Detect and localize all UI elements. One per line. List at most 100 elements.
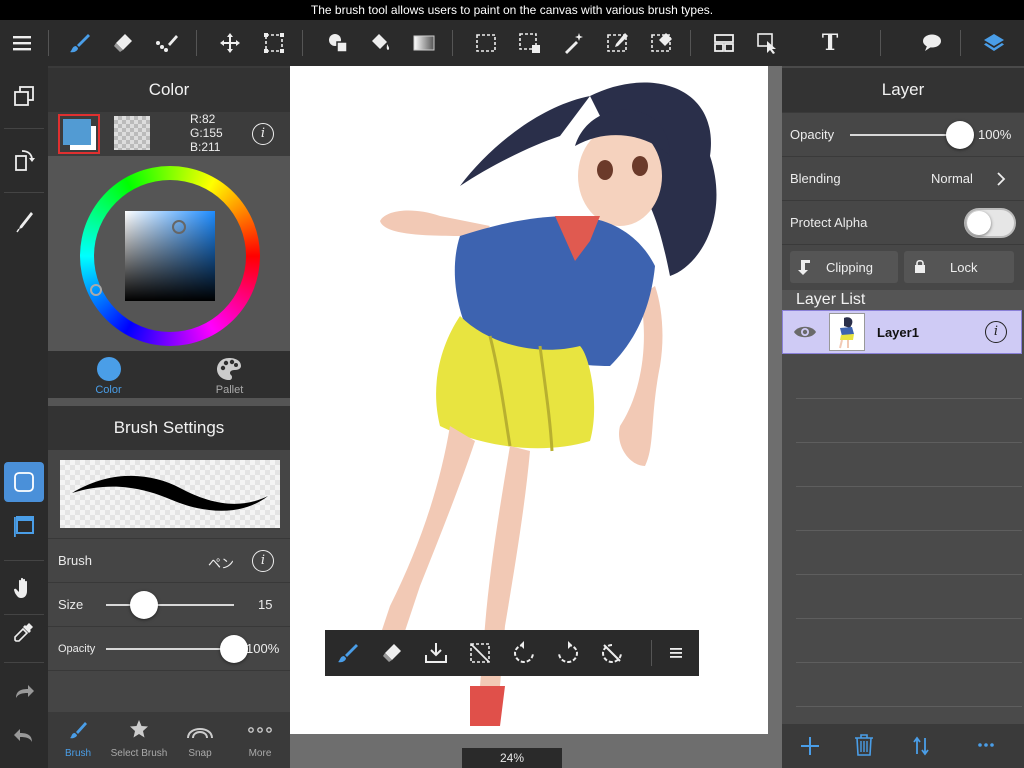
gradient-icon[interactable]: [408, 27, 440, 59]
rect-select-icon[interactable]: [470, 27, 502, 59]
rotate-reset-icon[interactable]: [597, 638, 627, 668]
palette-icon: [217, 358, 241, 380]
panel-layout-icon[interactable]: [708, 27, 740, 59]
color-info-icon[interactable]: i: [252, 123, 274, 145]
menu-icon[interactable]: [661, 638, 691, 668]
rgb-blue: B:211: [190, 140, 221, 154]
brush-settings-panel: Brush Settings Brush ペン i Size 15 Opacit…: [48, 406, 290, 768]
speech-bubble-icon[interactable]: [916, 27, 948, 59]
brush-type-label: Brush: [58, 553, 92, 568]
layer-actions-bar: [782, 724, 1024, 768]
eraser-icon[interactable]: [377, 638, 407, 668]
stroke-color-icon[interactable]: [6, 508, 42, 544]
shape-icon[interactable]: [322, 27, 354, 59]
color-panel-header: Color: [48, 68, 290, 112]
hue-picker-handle[interactable]: [90, 284, 102, 296]
redo-arrow-icon[interactable]: [6, 674, 42, 710]
tab-select-brush-label: Select Brush: [110, 748, 168, 759]
redo-icon[interactable]: [553, 638, 583, 668]
rgb-red: R:82: [190, 112, 216, 126]
toolbar-divider: [452, 30, 453, 56]
toolbar-divider: [960, 30, 961, 56]
brush-size-value: 15: [258, 597, 273, 612]
tab-more-label: More: [248, 748, 272, 759]
eraser-icon[interactable]: [107, 27, 139, 59]
menu-icon[interactable]: [6, 27, 38, 59]
saturation-value-square[interactable]: [125, 211, 215, 301]
layers-icon[interactable]: [978, 27, 1010, 59]
sidebar-divider: [4, 128, 44, 129]
layer-row-layer1[interactable]: Layer1 i: [782, 310, 1022, 354]
select-cursor-icon[interactable]: [752, 27, 784, 59]
list-divider: [796, 574, 1022, 575]
brush-size-slider[interactable]: [106, 604, 234, 606]
list-divider: [796, 530, 1022, 531]
rotate-canvas-icon[interactable]: [6, 142, 42, 178]
trash-icon[interactable]: [854, 734, 874, 756]
brush-opacity-slider-knob[interactable]: [220, 635, 248, 663]
transparent-swatch[interactable]: [114, 116, 150, 150]
brush-size-slider-knob[interactable]: [130, 591, 159, 619]
move-icon[interactable]: [214, 27, 246, 59]
layer-opacity-slider-knob[interactable]: [946, 121, 974, 149]
protect-alpha-toggle[interactable]: [964, 208, 1016, 238]
brush-opacity-slider[interactable]: [106, 648, 234, 650]
magic-wand-icon[interactable]: [558, 27, 590, 59]
tab-select-brush[interactable]: Select Brush: [108, 712, 170, 768]
hand-icon[interactable]: [6, 570, 42, 606]
select-draw-icon[interactable]: [602, 27, 634, 59]
blending-value: Normal: [931, 171, 973, 186]
brush-info-icon[interactable]: i: [252, 550, 274, 572]
layer-opacity-slider[interactable]: [850, 134, 960, 136]
brush-bottom-tabs: Brush Select Brush Snap More: [48, 712, 290, 768]
layer-info-icon[interactable]: i: [985, 321, 1007, 343]
sv-picker-handle[interactable]: [172, 220, 186, 234]
select-erase-icon[interactable]: [646, 27, 678, 59]
layer-list-title: Layer List: [796, 291, 866, 308]
caption-bar: The brush tool allows users to paint on …: [0, 0, 1024, 20]
brush-opacity-row: Opacity 100%: [48, 626, 290, 670]
layer-panel-title: Layer: [881, 80, 925, 99]
brush-type-row[interactable]: Brush ペン i: [48, 538, 290, 582]
color-panel: Color R:82 G:155 B:211 i Color Pallet: [48, 68, 290, 416]
clipping-button[interactable]: Clipping: [790, 251, 898, 283]
tab-pallet-label: Pallet: [215, 384, 244, 396]
text-icon[interactable]: T: [814, 27, 846, 59]
main-color-swatch[interactable]: [58, 114, 100, 154]
blending-row[interactable]: Blending Normal: [782, 156, 1024, 200]
tab-color[interactable]: Color: [48, 351, 169, 398]
tab-pallet[interactable]: Pallet: [169, 351, 290, 398]
pen-icon[interactable]: [6, 204, 42, 240]
more-options-icon[interactable]: [978, 742, 994, 748]
layer-opacity-value: 100%: [978, 127, 1012, 142]
fill-bucket-icon[interactable]: [364, 27, 396, 59]
lock-button[interactable]: Lock: [904, 251, 1014, 283]
tab-brush[interactable]: Brush: [48, 712, 108, 768]
sidebar-divider: [4, 662, 44, 663]
toolbar-divider: [302, 30, 303, 56]
color-swatch-row: R:82 G:155 B:211 i: [48, 112, 290, 156]
select-pen-icon[interactable]: [514, 27, 546, 59]
tab-more[interactable]: More: [230, 712, 290, 768]
transform-icon[interactable]: [258, 27, 290, 59]
duplicate-icon[interactable]: [6, 78, 42, 114]
move-layer-icon[interactable]: [912, 736, 930, 756]
eye-icon[interactable]: [793, 323, 817, 341]
add-layer-icon[interactable]: [800, 736, 820, 756]
undo-arrow-icon[interactable]: [6, 718, 42, 754]
list-divider: [796, 662, 1022, 663]
list-divider: [796, 706, 1022, 707]
layer-panel: Layer Opacity 100% Blending Normal Prote…: [782, 66, 1024, 768]
tab-snap[interactable]: Snap: [170, 712, 230, 768]
toolbar-divider: [196, 30, 197, 56]
brush-icon[interactable]: [64, 27, 96, 59]
brush-icon[interactable]: [333, 638, 363, 668]
deselect-icon[interactable]: [465, 638, 495, 668]
brush-opacity-label: Opacity: [58, 643, 96, 655]
undo-icon[interactable]: [509, 638, 539, 668]
fill-color-icon[interactable]: [4, 462, 44, 502]
eyedropper-icon[interactable]: [6, 614, 42, 650]
smudge-icon[interactable]: [152, 27, 184, 59]
import-icon[interactable]: [421, 638, 451, 668]
tab-brush-label: Brush: [64, 748, 92, 759]
